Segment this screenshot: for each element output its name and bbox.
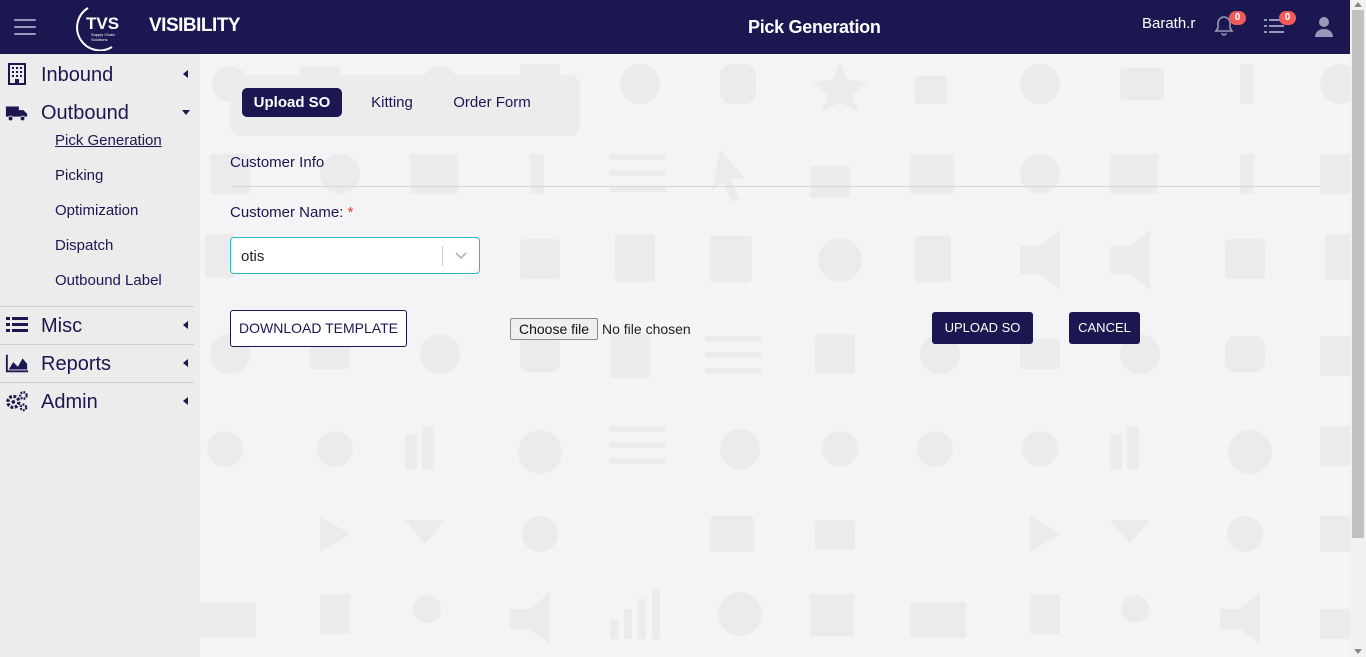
user-icon <box>1315 17 1333 37</box>
sidebar-item-inbound[interactable]: Inbound <box>0 55 194 93</box>
sidebar-item-admin[interactable]: Admin <box>0 382 194 420</box>
choose-file-button[interactable]: Choose file <box>510 318 598 340</box>
upload-so-button[interactable]: UPLOAD SO <box>932 312 1033 344</box>
sidebar-subitem-picking[interactable]: Picking <box>55 167 103 184</box>
chevron-left-icon <box>183 70 188 78</box>
notifications-badge: 0 <box>1229 11 1246 25</box>
required-indicator: * <box>347 204 354 221</box>
select-separator <box>442 246 443 266</box>
sidebar-subitem-pick-generation[interactable]: Pick Generation <box>55 132 162 149</box>
scroll-thumb[interactable] <box>1352 10 1364 538</box>
gears-icon <box>6 391 28 412</box>
cancel-button[interactable]: CANCEL <box>1069 312 1140 344</box>
menu-toggle-icon[interactable] <box>14 19 36 35</box>
chevron-down-icon[interactable] <box>453 249 469 263</box>
customer-name-select[interactable]: otis <box>230 237 480 274</box>
tasks-button[interactable]: 0 <box>1262 11 1296 40</box>
building-icon <box>8 63 26 85</box>
sidebar-item-label: Reports <box>41 353 112 375</box>
notifications-button[interactable]: 0 <box>1212 11 1246 40</box>
file-status: No file chosen <box>602 321 691 337</box>
tabs-container: Upload SO Kitting Order Form <box>230 75 580 136</box>
sidebar: Inbound Outbound Pick Generation Picking… <box>0 54 200 657</box>
chevron-down-icon <box>182 110 190 115</box>
company-logo: TVS Supply Chain Solutions <box>72 3 128 52</box>
svg-text:Solutions: Solutions <box>91 37 107 42</box>
tasks-badge: 0 <box>1279 11 1296 25</box>
svg-text:TVS: TVS <box>86 14 119 33</box>
user-menu-button[interactable] <box>1313 14 1339 40</box>
sidebar-item-reports[interactable]: Reports <box>0 344 194 382</box>
sidebar-item-label: Inbound <box>41 64 114 86</box>
truck-icon <box>5 106 28 122</box>
sidebar-subitem-dispatch[interactable]: Dispatch <box>55 237 113 254</box>
scroll-up-icon[interactable] <box>1354 2 1362 7</box>
tab-upload-so[interactable]: Upload SO <box>242 88 342 117</box>
sidebar-item-label: Admin <box>41 391 98 413</box>
list-icon <box>6 317 28 332</box>
page-title: Pick Generation <box>748 17 881 37</box>
sidebar-item-misc[interactable]: Misc <box>0 306 194 344</box>
tab-kitting[interactable]: Kitting <box>354 88 430 117</box>
username[interactable]: Barath.r <box>1142 15 1195 32</box>
chevron-left-icon <box>183 397 188 405</box>
customer-name-label-text: Customer Name: <box>230 204 344 221</box>
sidebar-item-label: Misc <box>41 315 83 337</box>
top-bar: TVS Supply Chain Solutions VISIBILITY Pi… <box>0 0 1350 54</box>
section-title: Customer Info <box>230 154 325 171</box>
sidebar-item-label: Outbound <box>41 102 129 124</box>
sidebar-subitem-outbound-label[interactable]: Outbound Label <box>55 272 162 289</box>
chevron-left-icon <box>183 359 188 367</box>
background-icon-pattern <box>200 62 1350 644</box>
brand-name: VISIBILITY <box>149 15 241 36</box>
main-content: Upload SO Kitting Order Form Customer In… <box>200 54 1350 657</box>
section-divider <box>230 186 1320 187</box>
page-scrollbar[interactable] <box>1350 0 1366 657</box>
tab-order-form[interactable]: Order Form <box>442 88 542 117</box>
chevron-left-icon <box>183 321 188 329</box>
customer-name-label: Customer Name: * <box>230 204 353 221</box>
customer-name-value: otis <box>241 248 265 265</box>
sidebar-item-outbound[interactable]: Outbound <box>0 93 194 131</box>
scroll-down-icon[interactable] <box>1354 649 1362 654</box>
area-chart-icon <box>5 354 29 373</box>
sidebar-subitem-optimization[interactable]: Optimization <box>55 202 138 219</box>
download-template-button[interactable]: DOWNLOAD TEMPLATE <box>230 310 407 347</box>
